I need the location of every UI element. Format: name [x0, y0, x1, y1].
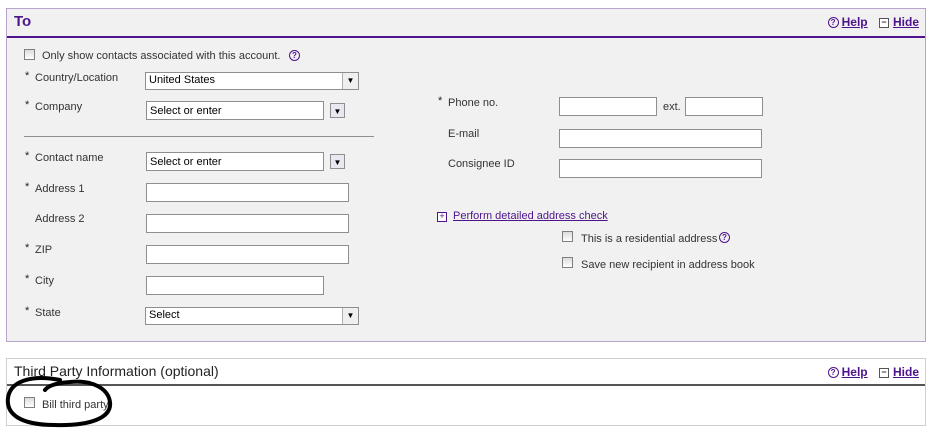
to-panel-header-links: ? Help − Hide	[827, 15, 919, 29]
email-input[interactable]	[559, 129, 762, 148]
hide-icon[interactable]: −	[878, 18, 889, 28]
only-show-contacts-checkbox[interactable]	[24, 49, 35, 60]
to-panel: To ? Help − Hide Only show contacts associ…	[6, 8, 926, 342]
country-select[interactable]: United States ▼	[145, 72, 359, 90]
required-mark: *	[25, 150, 30, 162]
residential-label: This is a residential address	[581, 233, 718, 245]
help-icon[interactable]: ?	[827, 17, 839, 28]
zip-label: ZIP	[35, 244, 53, 256]
hide-icon[interactable]: −	[878, 368, 889, 378]
consignee-label: Consignee ID	[448, 158, 515, 170]
required-mark: *	[25, 70, 30, 82]
company-input[interactable]	[146, 101, 324, 120]
state-label: State	[35, 307, 61, 319]
company-dropdown-button[interactable]: ▼	[330, 103, 345, 118]
contact-name-label: Contact name	[35, 152, 104, 164]
save-recipient-label: Save new recipient in address book	[581, 259, 755, 271]
save-recipient-checkbox[interactable]	[562, 257, 573, 268]
address1-label: Address 1	[35, 183, 85, 195]
help-link[interactable]: Help	[842, 15, 868, 29]
third-party-panel: Third Party Information (optional) ? Help…	[6, 358, 926, 426]
contact-dropdown-button[interactable]: ▼	[330, 154, 345, 169]
company-label: Company	[35, 101, 83, 113]
help-icon[interactable]: ?	[827, 367, 839, 378]
city-input[interactable]	[146, 276, 324, 295]
country-label: Country/Location	[35, 72, 119, 84]
state-select-value: Select	[149, 309, 180, 321]
contact-name-input[interactable]	[146, 152, 324, 171]
consignee-input[interactable]	[559, 159, 762, 178]
required-mark: *	[438, 95, 443, 107]
hide-link[interactable]: Hide	[893, 15, 919, 29]
dropdown-arrow-icon[interactable]: ▼	[342, 73, 358, 89]
required-mark: *	[25, 181, 30, 193]
third-party-header-links: ? Help − Hide	[827, 365, 919, 379]
state-select[interactable]: Select ▼	[145, 307, 359, 325]
address-check-link[interactable]: Perform detailed address check	[453, 210, 608, 222]
third-party-header: Third Party Information (optional) ? Help…	[7, 359, 925, 386]
hide-link[interactable]: Hide	[893, 365, 919, 379]
residential-checkbox[interactable]	[562, 231, 573, 242]
required-mark: *	[25, 242, 30, 254]
required-mark: *	[25, 305, 30, 317]
required-mark: *	[25, 273, 30, 285]
phone-label: Phone no.	[448, 97, 499, 109]
dropdown-arrow-icon[interactable]: ▼	[342, 308, 358, 324]
help-icon[interactable]: ?	[289, 50, 300, 61]
chevron-down-icon: ▼	[333, 158, 342, 167]
to-panel-header: To ? Help − Hide	[7, 9, 925, 38]
country-select-value: United States	[149, 74, 216, 86]
annotation-circle	[5, 376, 113, 428]
required-mark: *	[25, 99, 30, 111]
help-icon[interactable]: ?	[719, 232, 730, 243]
divider	[24, 136, 374, 137]
only-show-contacts-label: Only show contacts associated with this …	[42, 50, 281, 62]
city-label: City	[35, 275, 54, 287]
ext-label: ext.	[663, 101, 681, 113]
chevron-down-icon: ▼	[333, 107, 342, 116]
address2-label: Address 2	[35, 213, 85, 225]
phone-input[interactable]	[559, 97, 657, 116]
zip-input[interactable]	[146, 245, 349, 264]
address2-input[interactable]	[146, 214, 349, 233]
ext-input[interactable]	[685, 97, 763, 116]
address1-input[interactable]	[146, 183, 349, 202]
help-link[interactable]: Help	[842, 365, 868, 379]
plus-icon[interactable]: +	[437, 212, 447, 222]
email-label: E-mail	[448, 128, 480, 140]
to-panel-title: To	[14, 13, 32, 30]
